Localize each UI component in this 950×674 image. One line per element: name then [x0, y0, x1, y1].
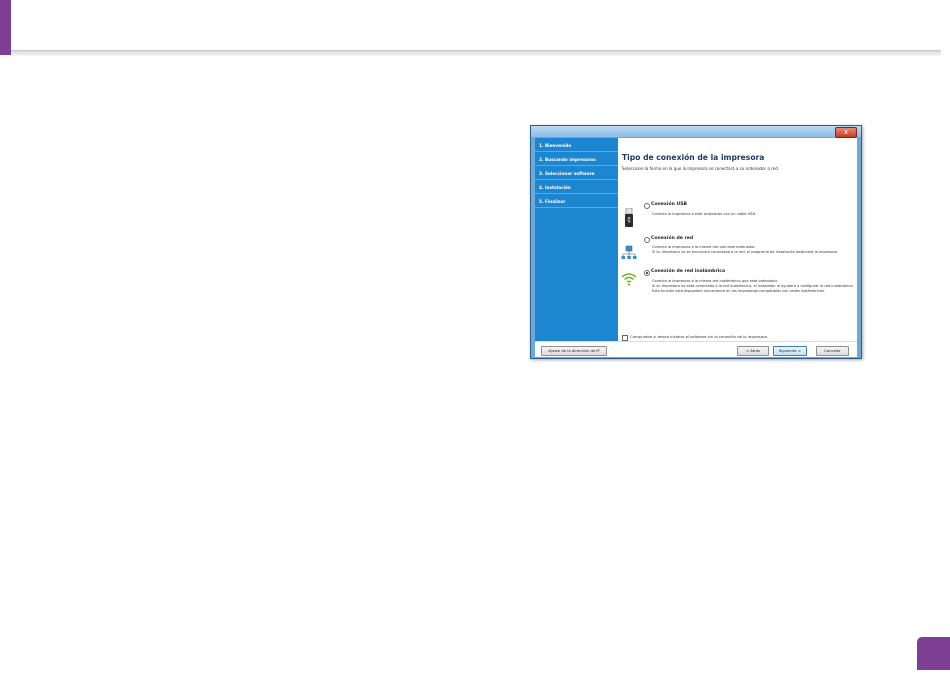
page-subtitle: Seleccione la forma en la que la impreso… — [622, 166, 779, 171]
usb-option-label[interactable]: Conexión USB — [651, 202, 687, 207]
network-radio[interactable] — [644, 237, 650, 243]
network-icon — [621, 245, 637, 259]
cancel-button[interactable]: Cancelar — [816, 346, 849, 356]
next-button[interactable]: Siguiente > — [773, 346, 807, 356]
title-bar: x — [531, 126, 861, 138]
network-option-label[interactable]: Conexión de red — [651, 236, 693, 241]
installer-window: x 1. Bienvenido 2. Buscando impresoras 3… — [530, 125, 862, 359]
content-panel: Tipo de conexión de la impresora Selecci… — [618, 138, 857, 341]
close-button[interactable]: x — [835, 127, 857, 138]
header-rule — [11, 50, 941, 57]
wireless-option-label[interactable]: Conexión de red inalámbrica — [651, 269, 725, 274]
sidebar-step-finish: 5. Finalizar — [535, 196, 618, 208]
chapter-marker — [0, 0, 11, 55]
network-option-description: Conecte la impresora a la misma red que … — [652, 245, 839, 255]
usb-icon — [625, 208, 633, 227]
usb-option-description: Conecte la impresora a este ordenador co… — [652, 212, 757, 216]
wireless-radio[interactable] — [644, 270, 650, 276]
ip-setting-button[interactable]: Ajuste de la dirección de IP — [541, 346, 607, 356]
usb-radio[interactable] — [644, 203, 650, 209]
wireless-option-description: Conecte la impresora a la misma red inal… — [652, 279, 854, 294]
sidebar-step-installation: 4. Instalación — [535, 182, 618, 194]
button-bar: Ajuste de la dirección de IP < Atrás Sig… — [535, 341, 857, 357]
sidebar-step-searching: 2. Buscando impresoras — [535, 154, 618, 166]
page-title: Tipo de conexión de la impresora — [622, 153, 765, 162]
sidebar-step-select-software: 3. Seleccionar software — [535, 168, 618, 180]
steps-sidebar: 1. Bienvenido 2. Buscando impresoras 3. … — [535, 138, 618, 341]
page-number-tab — [917, 637, 950, 670]
back-button[interactable]: < Atrás — [737, 346, 769, 356]
install-without-printer-label[interactable]: Compruebe si desea instalar el software … — [630, 334, 768, 339]
sidebar-step-welcome: 1. Bienvenido — [535, 140, 618, 152]
wifi-icon — [621, 273, 637, 286]
